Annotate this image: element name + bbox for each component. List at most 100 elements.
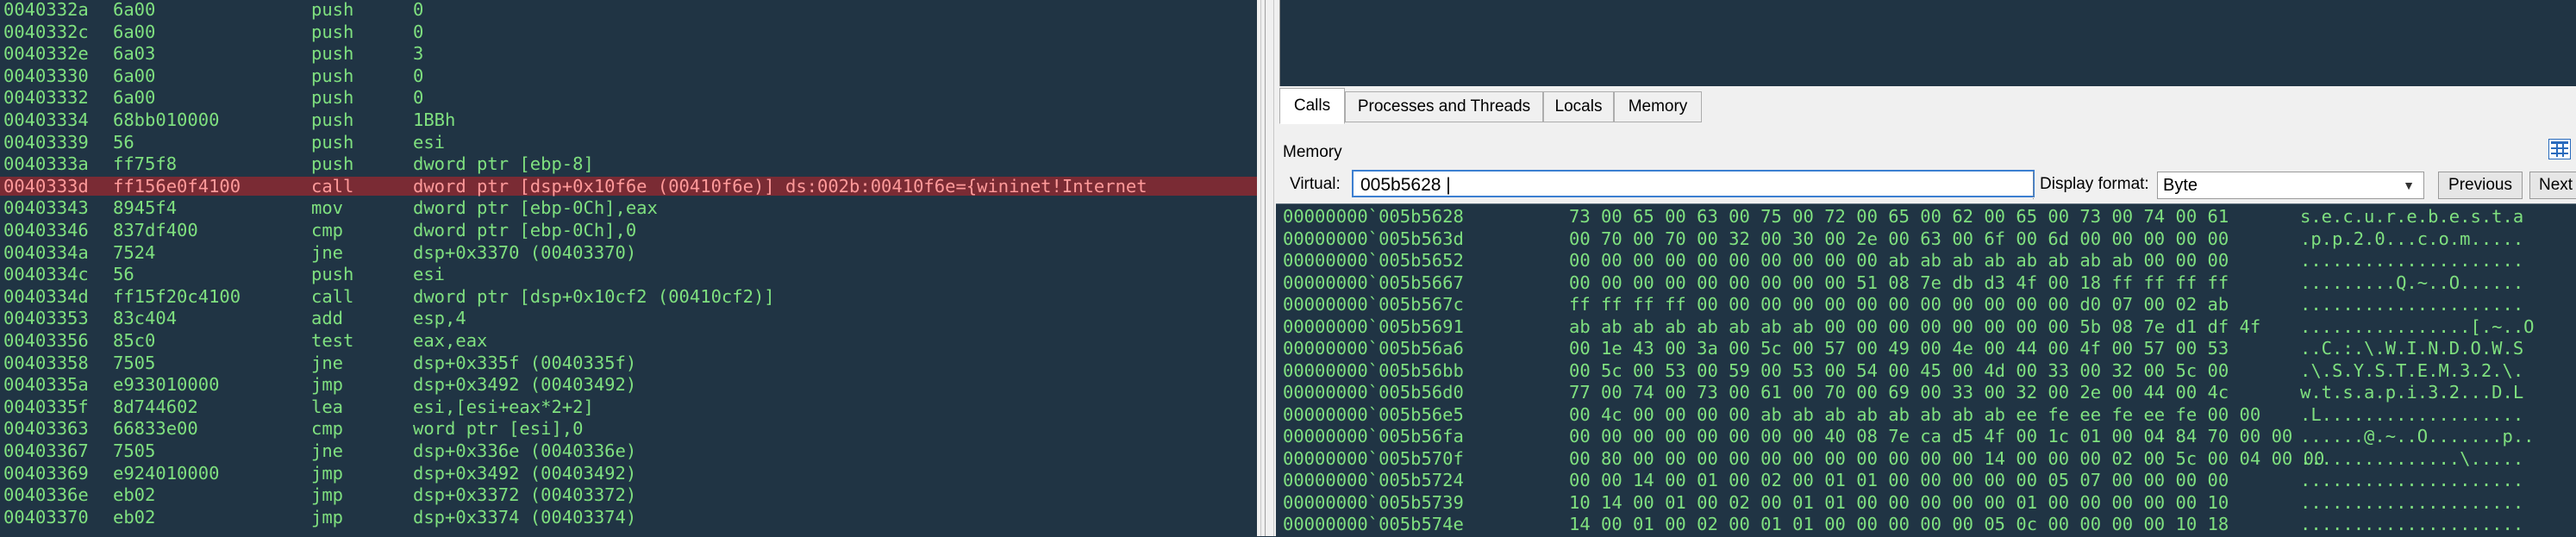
disasm-row[interactable]: 00403369 e924010000 jmp dsp+0x3492 (0040349…: [0, 464, 1257, 483]
disasm-address: 0040335a: [3, 374, 89, 396]
display-format-select[interactable]: Byte ▼: [2157, 172, 2424, 199]
disasm-address: 00403367: [3, 440, 89, 461]
disasm-mnemonic: lea: [311, 396, 344, 417]
disasm-mnemonic: test: [311, 330, 354, 351]
virtual-label: Virtual:: [1290, 175, 1341, 193]
disasm-row[interactable]: 0040336e eb02 jmp dsp+0x3372 (00403372): [0, 485, 1257, 504]
display-format-value: Byte: [2163, 176, 2198, 195]
disasm-mnemonic: call: [311, 175, 354, 197]
memory-address: 00000000`005b5739: [1283, 491, 1464, 513]
disasm-row[interactable]: 00403370 eb02 jmp dsp+0x3374 (00403374): [0, 508, 1257, 527]
disasm-operands: dsp+0x3374 (00403374): [413, 506, 637, 528]
disasm-mnemonic: jne: [311, 241, 344, 263]
disasm-address: 00403330: [3, 65, 89, 86]
memory-hex-bytes: 00 00 00 00 00 00 00 00 40 08 7e ca d5 4…: [1569, 426, 2293, 446]
disasm-address: 00403369: [3, 462, 89, 484]
memory-hex-bytes: 00 00 14 00 01 00 02 00 01 01 00 00 00 0…: [1569, 470, 2229, 490]
memory-ascii: .....................: [2300, 514, 2524, 534]
disasm-address: 00403370: [3, 506, 89, 528]
memory-ascii: ...............\.....: [2300, 447, 2524, 469]
disasm-address: 0040333d: [3, 175, 89, 197]
disasm-mnemonic: push: [311, 0, 354, 20]
disasm-row[interactable]: 0040332c 6a00 push 0: [0, 22, 1257, 41]
memory-dump-view[interactable]: 00000000`005b5628 73 00 65 00 63 00 75 00…: [1276, 203, 2576, 537]
grid-icon[interactable]: [2548, 139, 2571, 159]
disasm-row[interactable]: 00403358 7505 jne dsp+0x335f (0040335f): [0, 353, 1257, 372]
memory-ascii: .....................: [2300, 491, 2524, 513]
disasm-operands: dsp+0x336e (0040336e): [413, 440, 637, 461]
memory-ascii: .........Q.~..O......: [2300, 272, 2524, 293]
memory-address: 00000000`005b5724: [1283, 470, 1464, 490]
memory-address: 00000000`005b563d: [1283, 228, 1464, 249]
memory-hex-bytes: 00 80 00 00 00 00 00 00 00 00 00 00 00 1…: [1569, 447, 2325, 469]
disasm-operands: dsp+0x3370 (00403370): [413, 241, 637, 263]
disasm-bytes: ff75f8: [113, 153, 178, 175]
disasm-row[interactable]: 0040332a 6a00 push 0: [0, 0, 1257, 19]
disasm-row[interactable]: 00403346 837df400 cmp dword ptr [ebp-0Ch],0: [0, 221, 1257, 240]
tab-processes-and-threads[interactable]: Processes and Threads: [1345, 91, 1543, 122]
disasm-row[interactable]: 0040333a ff75f8 push dword ptr [ebp-8]: [0, 154, 1257, 173]
disasm-bytes: 85c0: [113, 330, 156, 351]
disasm-address: 00403353: [3, 308, 89, 329]
disasm-row[interactable]: 00403356 85c0 test eax,eax: [0, 331, 1257, 350]
disasm-row[interactable]: 00403339 56 push esi: [0, 133, 1257, 152]
disasm-operands: 0: [413, 21, 424, 42]
disasm-bytes: 68bb010000: [113, 109, 220, 130]
disasm-row[interactable]: 00403330 6a00 push 0: [0, 66, 1257, 85]
disasm-bytes: 8945f4: [113, 197, 178, 219]
virtual-address-input[interactable]: 005b5628 |: [1352, 170, 2035, 197]
tab-strip: Calls Processes and Threads Locals Memor…: [1276, 86, 2576, 126]
memory-ascii: ......@.~..O.......p..: [2300, 426, 2535, 446]
disasm-address: 0040335f: [3, 396, 89, 417]
disasm-mnemonic: cmp: [311, 418, 344, 440]
disasm-row[interactable]: 0040335f 8d744602 lea esi,[esi+eax*2+2]: [0, 397, 1257, 416]
disasm-mnemonic: jmp: [311, 462, 344, 484]
disasm-operands: esi: [413, 264, 446, 285]
memory-address: 00000000`005b5691: [1283, 315, 1464, 337]
toolbar-separator: [2033, 172, 2034, 199]
disasm-mnemonic: push: [311, 109, 354, 130]
disasm-row[interactable]: 0040334d ff15f20c4100 call dword ptr [dsp+0…: [0, 287, 1257, 306]
pane-splitter[interactable]: [1257, 0, 1276, 536]
splitter-grip[interactable]: [1260, 0, 1274, 536]
disasm-row[interactable]: 0040334a 7524 jne dsp+0x3370 (00403370): [0, 243, 1257, 262]
disasm-mnemonic: mov: [311, 197, 344, 219]
disasm-bytes: eb02: [113, 484, 156, 506]
next-button[interactable]: Next: [2529, 172, 2576, 199]
disasm-address: 0040333a: [3, 153, 89, 175]
memory-hex-bytes: 00 00 00 00 00 00 00 00 00 51 08 7e db d…: [1569, 272, 2229, 293]
tab-calls[interactable]: Calls: [1279, 88, 1345, 124]
memory-hex-bytes: ab ab ab ab ab ab ab ab 00 00 00 00 00 0…: [1569, 315, 2261, 337]
memory-address: 00000000`005b574e: [1283, 514, 1464, 534]
disasm-mnemonic: push: [311, 65, 354, 86]
disasm-operands: 1BBh: [413, 109, 456, 130]
memory-address: 00000000`005b5652: [1283, 250, 1464, 271]
disasm-row[interactable]: 00403363 66833e00 cmp word ptr [esi],0: [0, 419, 1257, 438]
disasm-row[interactable]: 00403353 83c404 add esp,4: [0, 309, 1257, 328]
disasm-row[interactable]: 0040334c 56 push esi: [0, 265, 1257, 284]
disasm-row[interactable]: 0040332e 6a03 push 3: [0, 44, 1257, 63]
disasm-operands: dword ptr [ebp-0Ch],eax: [413, 197, 658, 219]
previous-button[interactable]: Previous: [2438, 172, 2523, 199]
disasm-row[interactable]: 00403334 68bb010000 push 1BBh: [0, 110, 1257, 129]
calls-output-area[interactable]: [1279, 0, 2576, 87]
memory-address: 00000000`005b56fa: [1283, 426, 1464, 446]
tab-memory[interactable]: Memory: [1614, 91, 1702, 122]
disasm-address: 00403332: [3, 87, 89, 109]
disasm-bytes: e924010000: [113, 462, 220, 484]
disasm-row-current[interactable]: 0040333d ff156e0f4100 call dword ptr [dsp+0…: [0, 175, 1257, 197]
tab-locals[interactable]: Locals: [1543, 91, 1614, 122]
disasm-row[interactable]: 00403343 8945f4 mov dword ptr [ebp-0Ch],eax: [0, 198, 1257, 217]
disasm-address: 0040332a: [3, 0, 89, 20]
disasm-row[interactable]: 0040335a e933010000 jmp dsp+0x3492 (0040349…: [0, 375, 1257, 394]
disasm-row[interactable]: 00403367 7505 jne dsp+0x336e (0040336e): [0, 441, 1257, 460]
disasm-bytes: 6a00: [113, 21, 156, 42]
disasm-operands: 0: [413, 87, 424, 109]
disasm-operands: dsp+0x3492 (00403492): [413, 374, 637, 396]
disasm-row[interactable]: 00403332 6a00 push 0: [0, 88, 1257, 107]
disassembly-pane[interactable]: 0040332a 6a00 push 0 0040332c 6a00 push 0 004033…: [0, 0, 1257, 536]
disasm-address: 00403356: [3, 330, 89, 351]
disasm-operands: dword ptr [dsp+0x10f6e (00410f6e)] ds:00…: [413, 175, 1147, 197]
disasm-mnemonic: jne: [311, 440, 344, 461]
disasm-address: 00403339: [3, 131, 89, 153]
